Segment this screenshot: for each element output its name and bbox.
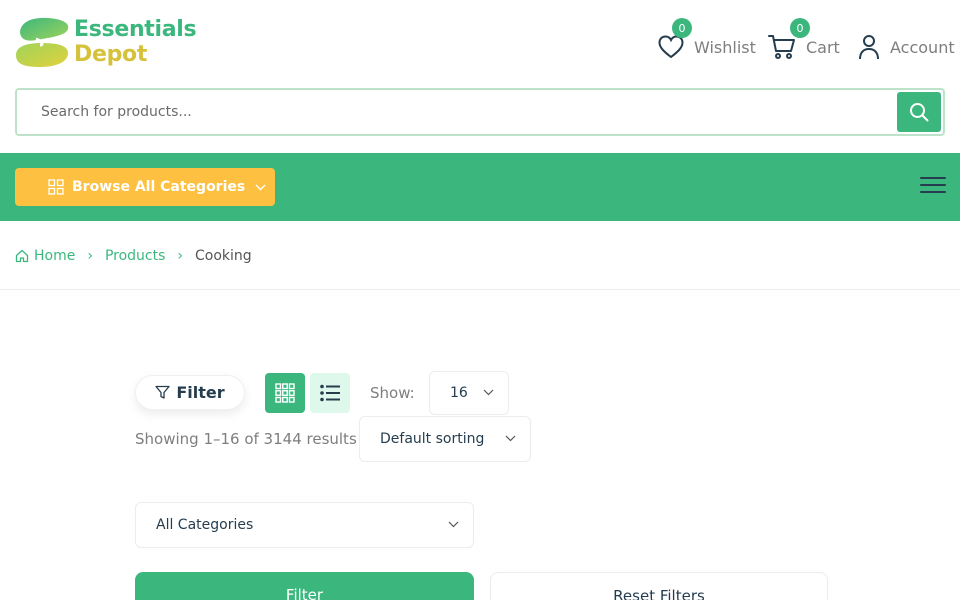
logo-text-line2: Depot: [74, 42, 148, 67]
site-logo[interactable]: Essentials Depot: [14, 14, 197, 70]
wishlist-count-badge: 0: [672, 18, 692, 38]
show-count-label: Show:: [370, 384, 415, 402]
chevron-down-icon: [448, 521, 459, 528]
category-filter-value: All Categories: [156, 517, 254, 533]
hamburger-icon[interactable]: [920, 177, 946, 195]
chevron-down-icon: [505, 435, 516, 442]
show-count-select[interactable]: 16: [429, 371, 509, 415]
site-header: Essentials Depot 0 Wishlist 0 Cart Accou…: [0, 0, 960, 88]
cart-icon: [768, 35, 795, 59]
filter-toggle-button[interactable]: Filter: [135, 375, 245, 410]
grid-view-button[interactable]: [265, 373, 305, 413]
logo-mark-icon: [14, 15, 72, 69]
main-nav-bar: Browse All Categories: [0, 153, 960, 221]
breadcrumb-current: Cooking: [195, 248, 252, 264]
chevron-down-icon: [483, 389, 494, 396]
browse-categories-button[interactable]: Browse All Categories: [15, 168, 275, 206]
search-button[interactable]: [897, 92, 941, 132]
sort-value: Default sorting: [380, 431, 485, 447]
chevron-down-icon: [255, 184, 266, 190]
heart-icon: [658, 35, 684, 59]
product-search: [15, 88, 945, 136]
cart-link[interactable]: 0 Cart: [768, 18, 840, 64]
account-link[interactable]: Account: [858, 30, 955, 64]
breadcrumb: Home › Products › Cooking: [15, 245, 252, 267]
filter-toggle-label: Filter: [176, 383, 225, 402]
sort-select[interactable]: Default sorting: [359, 416, 531, 462]
category-filter-select[interactable]: All Categories: [135, 502, 474, 548]
cart-label: Cart: [806, 37, 840, 57]
home-icon: [15, 249, 29, 263]
list-view-icon: [320, 384, 340, 402]
grid-icon: [48, 179, 64, 195]
logo-text-line1: Essentials: [74, 17, 197, 42]
breadcrumb-home[interactable]: Home: [15, 248, 75, 264]
breadcrumb-separator: ›: [87, 248, 93, 264]
reset-filters-button[interactable]: Reset Filters: [490, 572, 828, 600]
browse-categories-label: Browse All Categories: [72, 179, 246, 195]
section-divider: [0, 289, 960, 290]
search-input[interactable]: [17, 90, 892, 134]
user-icon: [859, 35, 879, 60]
wishlist-link[interactable]: 0 Wishlist: [658, 18, 756, 64]
apply-filter-button[interactable]: Filter: [135, 572, 474, 600]
funnel-icon: [155, 385, 170, 399]
cart-count-badge: 0: [790, 18, 810, 38]
results-count: Showing 1–16 of 3144 results: [135, 430, 357, 448]
breadcrumb-products[interactable]: Products: [105, 248, 165, 264]
show-count-value: 16: [450, 385, 468, 401]
list-view-button[interactable]: [310, 373, 350, 413]
account-label: Account: [890, 37, 955, 57]
wishlist-label: Wishlist: [694, 37, 756, 57]
breadcrumb-separator: ›: [177, 248, 184, 264]
search-icon: [910, 103, 929, 122]
grid-view-icon: [275, 383, 295, 403]
